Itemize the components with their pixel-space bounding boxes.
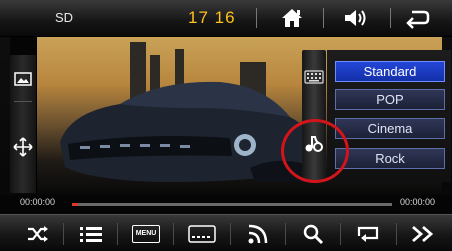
subtitle-icon[interactable] <box>182 219 222 249</box>
image-icon[interactable] <box>14 71 32 92</box>
menu-button[interactable]: MENU <box>126 219 166 249</box>
home-icon[interactable] <box>277 6 307 30</box>
eq-preset-cinema[interactable]: Cinema <box>335 118 445 139</box>
playlist-icon[interactable] <box>71 219 111 249</box>
source-label: SD <box>55 10 74 25</box>
top-status-bar: SD 17 16 <box>0 0 452 37</box>
left-side-panel <box>10 37 37 193</box>
move-icon[interactable] <box>13 137 33 162</box>
bottom-toolbar: MENU <box>0 214 452 251</box>
eq-preset-rock[interactable]: Rock <box>335 148 445 169</box>
search-icon[interactable] <box>293 219 333 249</box>
eq-preset-standard[interactable]: Standard <box>335 61 445 82</box>
repeat-icon[interactable] <box>348 219 388 249</box>
menu-label: MENU <box>132 225 160 243</box>
divider <box>390 8 391 28</box>
divider <box>323 8 324 28</box>
shuffle-icon[interactable] <box>18 219 58 249</box>
media-player-screen: SD 17 16 Standard POP Cinema Rock 00:00:… <box>0 0 452 251</box>
feed-icon[interactable] <box>238 219 278 249</box>
elapsed-time: 00:00:00 <box>20 197 56 207</box>
highlight-circle <box>281 119 349 183</box>
total-time: 00:00:00 <box>400 197 436 207</box>
progress-row: 00:00:00 00:00:00 <box>0 195 452 213</box>
eq-preset-pop[interactable]: POP <box>335 89 445 110</box>
clock-time: 17 16 <box>188 8 236 27</box>
seek-bar[interactable] <box>72 203 392 206</box>
back-icon[interactable] <box>402 6 432 30</box>
car-image <box>60 81 313 182</box>
volume-icon[interactable] <box>341 6 371 30</box>
next-icon[interactable] <box>403 219 443 249</box>
divider <box>256 8 257 28</box>
seek-fill <box>72 203 79 206</box>
keyboard-icon[interactable] <box>304 70 324 89</box>
